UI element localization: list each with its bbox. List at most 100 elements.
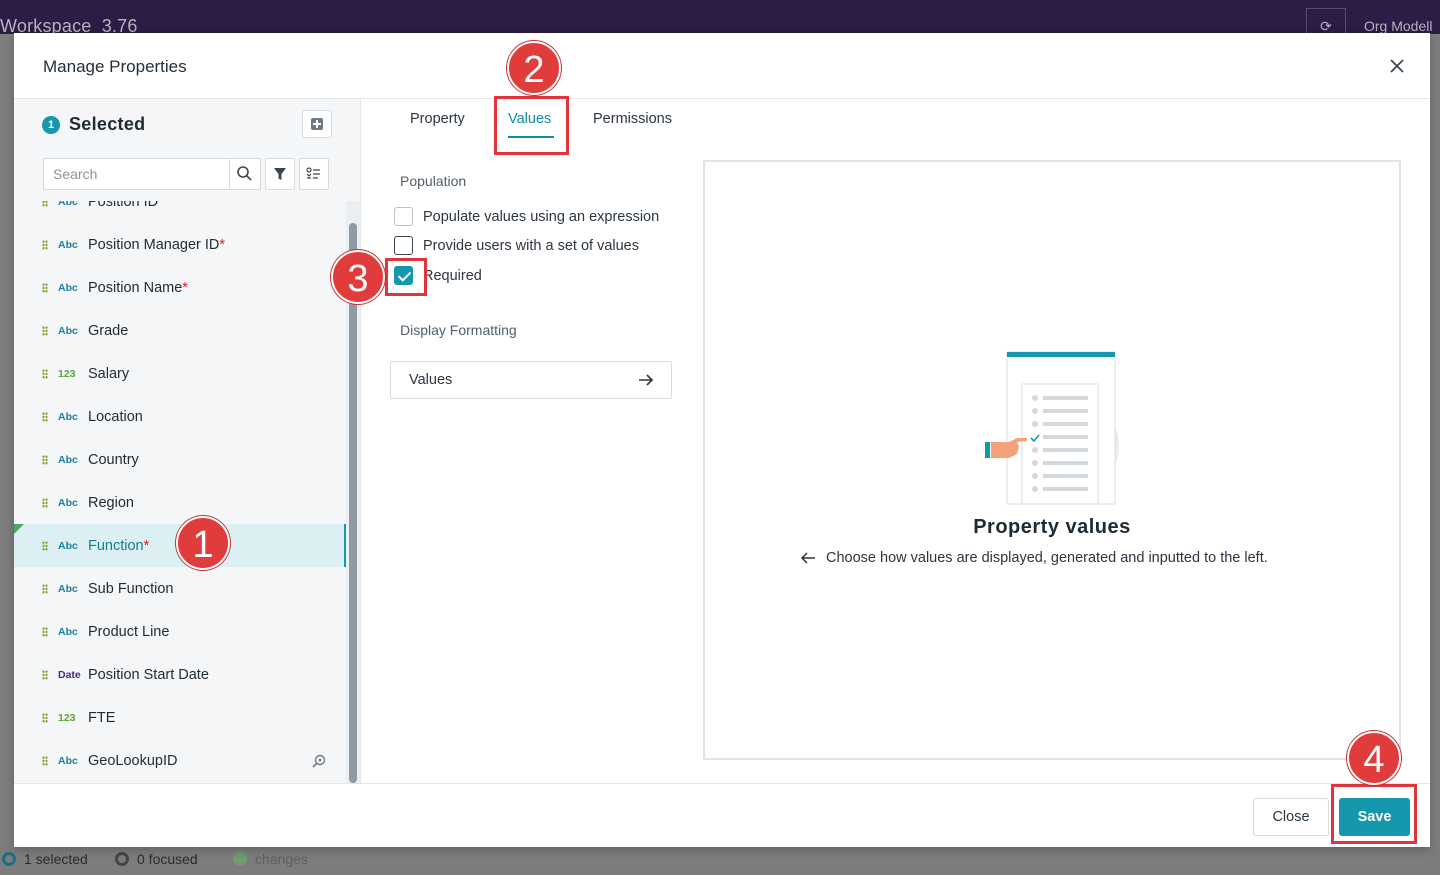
plus-square-icon	[311, 118, 323, 130]
values-formatting-label: Values	[409, 372, 453, 388]
drag-handle-icon[interactable]	[42, 411, 48, 422]
filter-icon	[274, 168, 286, 180]
drag-handle-icon[interactable]	[42, 325, 48, 336]
drag-handle-icon[interactable]	[42, 201, 48, 207]
modal-header: Manage Properties	[14, 33, 1430, 99]
selected-properties-panel: 1 Selected Abc Positi	[14, 99, 361, 783]
populate-expression-checkbox[interactable]	[394, 207, 413, 226]
property-label: Sub Function	[88, 580, 174, 597]
list-item[interactable]: Abc Grade	[14, 309, 346, 352]
placeholder-title: Property values	[973, 516, 1131, 538]
selected-status-icon	[2, 852, 16, 866]
placeholder-subtitle: Choose how values are displayed, generat…	[826, 550, 1268, 566]
property-search-input[interactable]	[43, 158, 229, 190]
type-badge: Abc	[58, 625, 78, 638]
annotation-step-3: 3	[331, 250, 385, 304]
property-label: Region	[88, 494, 134, 511]
provide-values-option[interactable]: Provide users with a set of values	[394, 236, 639, 255]
drag-handle-icon[interactable]	[42, 669, 48, 680]
search-button[interactable]	[229, 158, 261, 190]
list-item[interactable]: Abc Position ID	[14, 201, 346, 223]
type-badge: Abc	[58, 453, 78, 466]
selected-heading: Selected	[69, 114, 146, 134]
drag-handle-icon[interactable]	[42, 540, 48, 551]
property-label: Position Name*	[88, 279, 188, 296]
arrow-right-icon	[639, 374, 654, 386]
drag-handle-icon[interactable]	[42, 712, 48, 723]
list-item[interactable]: Date Position Start Date	[14, 653, 346, 696]
property-list: Abc Position ID Abc Position Manager ID*…	[14, 201, 346, 783]
status-selected-label: 1 selected	[24, 851, 88, 867]
close-icon[interactable]	[1386, 55, 1408, 77]
type-badge: Abc	[58, 281, 78, 294]
provide-values-checkbox[interactable]	[394, 236, 413, 255]
type-badge: Abc	[58, 754, 78, 767]
modal-footer: Close Save	[14, 783, 1430, 847]
modal-title: Manage Properties	[43, 57, 187, 76]
drag-handle-icon[interactable]	[42, 755, 48, 766]
lookup-search-icon[interactable]	[310, 752, 328, 770]
property-label: Position ID	[88, 201, 159, 210]
status-changes[interactable]: changes	[233, 851, 308, 867]
type-badge: Date	[58, 668, 81, 681]
status-focused[interactable]: 0 focused	[115, 851, 198, 867]
list-item[interactable]: Abc Position Manager ID*	[14, 223, 346, 266]
list-item[interactable]: 123 FTE	[14, 696, 346, 739]
tab-property[interactable]: Property	[410, 111, 465, 127]
list-item[interactable]: Abc GeoLookupID	[14, 739, 346, 782]
type-badge: Abc	[58, 496, 78, 509]
drag-handle-icon[interactable]	[42, 583, 48, 594]
type-badge: 123	[58, 367, 76, 380]
type-badge: Abc	[58, 539, 78, 552]
property-label: Country	[88, 451, 139, 468]
status-focused-label: 0 focused	[137, 851, 198, 867]
filter-button[interactable]	[265, 158, 295, 190]
property-label: Location	[88, 408, 143, 425]
app-right-title: Org Modell	[1364, 18, 1433, 34]
list-item[interactable]: Abc Position Name*	[14, 266, 346, 309]
sort-options-button[interactable]	[299, 158, 329, 190]
populate-expression-label: Populate values using an expression	[423, 208, 660, 225]
list-item[interactable]: Abc Region	[14, 481, 346, 524]
arrow-left-icon	[800, 552, 815, 564]
annotation-box-save	[1331, 784, 1417, 844]
provide-values-label: Provide users with a set of values	[423, 237, 639, 254]
status-flag	[14, 524, 24, 534]
type-badge: Abc	[58, 238, 78, 251]
property-label: FTE	[88, 709, 116, 726]
values-formatting-button[interactable]: Values	[390, 361, 672, 399]
drag-handle-icon[interactable]	[42, 239, 48, 250]
annotation-step-2: 2	[507, 41, 561, 95]
population-heading: Population	[400, 173, 467, 189]
list-item[interactable]: Abc Sub Function	[14, 567, 346, 610]
type-badge: Abc	[58, 324, 78, 337]
property-values-placeholder: Property values Choose how values are di…	[703, 160, 1401, 760]
tab-permissions[interactable]: Permissions	[593, 111, 672, 127]
property-label: Position Manager ID*	[88, 236, 226, 253]
annotation-box-required	[385, 258, 427, 296]
drag-handle-icon[interactable]	[42, 626, 48, 637]
list-item[interactable]: Abc Country	[14, 438, 346, 481]
search-icon	[237, 166, 252, 181]
drag-handle-icon[interactable]	[42, 454, 48, 465]
drag-handle-icon[interactable]	[42, 497, 48, 508]
status-selected[interactable]: 1 selected	[2, 851, 88, 867]
property-values-illustration-icon	[985, 351, 1119, 505]
drag-handle-icon[interactable]	[42, 282, 48, 293]
property-label: Product Line	[88, 623, 170, 640]
type-badge: Abc	[58, 582, 78, 595]
property-label: Grade	[88, 322, 129, 339]
list-item[interactable]: 123 Salary	[14, 352, 346, 395]
status-changes-label: changes	[255, 851, 308, 867]
add-property-button[interactable]	[302, 110, 332, 138]
list-item[interactable]: Abc Product Line	[14, 610, 346, 653]
populate-expression-option[interactable]: Populate values using an expression	[394, 207, 659, 226]
type-badge: 123	[58, 711, 76, 724]
list-item[interactable]: Abc Location	[14, 395, 346, 438]
list-scrollbar-thumb[interactable]	[349, 223, 357, 783]
close-button[interactable]: Close	[1253, 798, 1329, 836]
annotation-step-1: 1	[176, 516, 230, 570]
property-label: GeoLookupID	[88, 752, 178, 769]
drag-handle-icon[interactable]	[42, 368, 48, 379]
type-badge: Abc	[58, 410, 78, 423]
